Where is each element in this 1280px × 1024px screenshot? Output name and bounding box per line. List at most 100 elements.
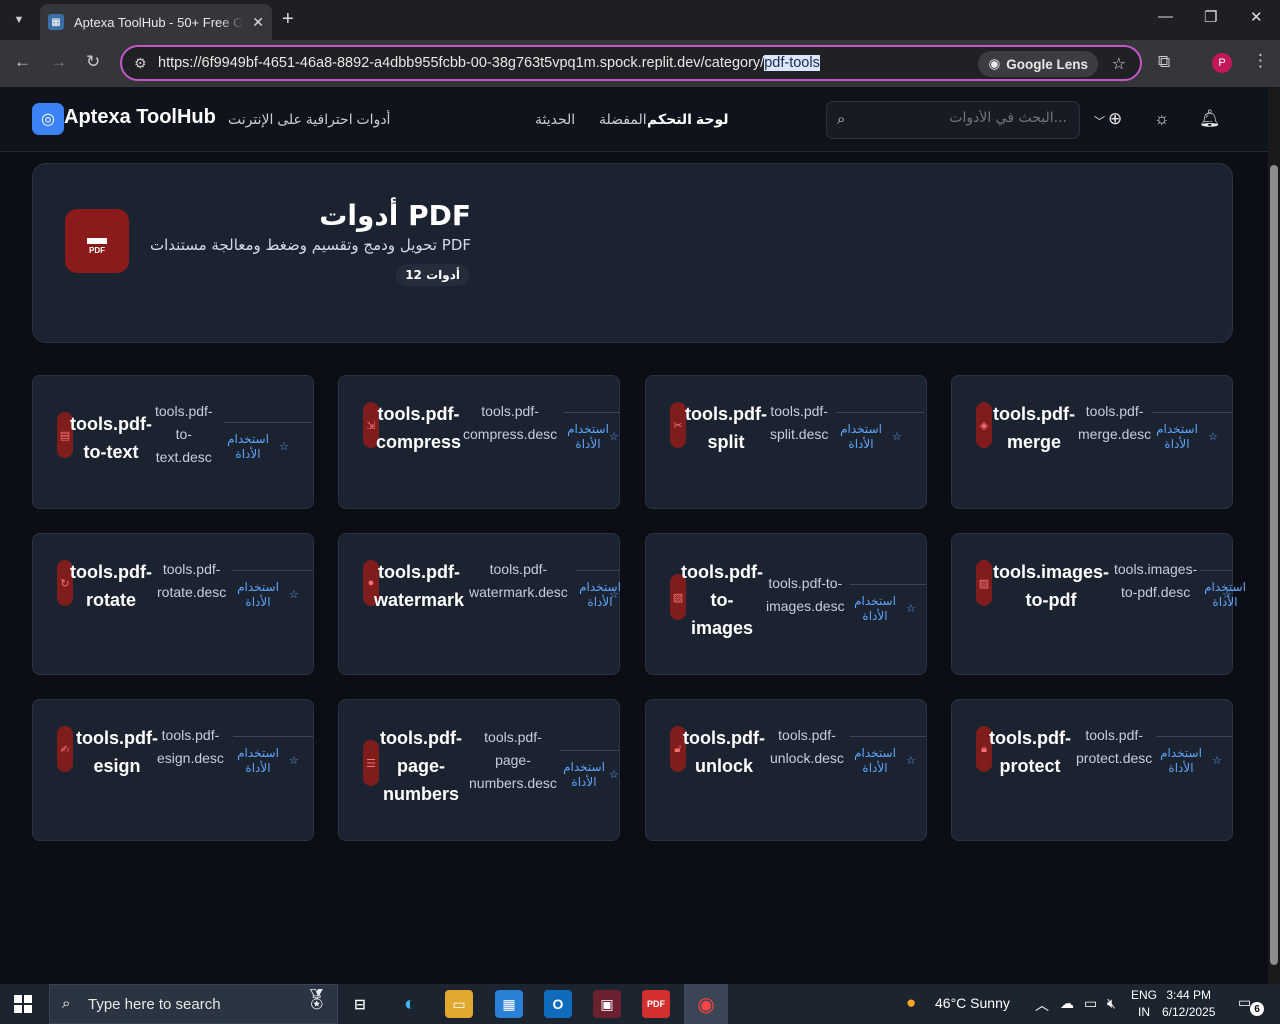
app-logo-icon[interactable]: ◎	[32, 103, 64, 135]
chevron-down-icon[interactable]: ﹀	[1094, 113, 1105, 129]
star-icon[interactable]: ☆	[1208, 430, 1218, 443]
use-tool-link[interactable]: استخدام الأداة	[559, 760, 609, 790]
tool-card[interactable]: ↻ tools.pdf-rotate tools.pdf-rotate.desc اس…	[32, 533, 314, 675]
use-tool-link[interactable]: استخدام الأداة	[836, 422, 886, 452]
use-tool-link[interactable]: استخدام الأداة	[1152, 422, 1202, 452]
input-language[interactable]: ENG IN	[1131, 987, 1157, 1021]
tool-description: tools.pdf-compress.desc	[463, 403, 558, 442]
tool-name[interactable]: tools.pdf-protect	[989, 724, 1071, 780]
tool-name[interactable]: tools.pdf-rotate	[70, 558, 152, 614]
forward-button[interactable]: →	[50, 52, 67, 72]
close-window-button[interactable]: ✕	[1250, 8, 1263, 26]
google-lens-button[interactable]: ◉ Google Lens	[978, 51, 1098, 77]
star-icon[interactable]: ☆	[289, 754, 299, 767]
nav-recent[interactable]: الحديثة	[535, 111, 575, 128]
tool-name[interactable]: tools.pdf-split	[685, 400, 767, 456]
tab-search-dropdown[interactable]: ▼	[6, 8, 32, 32]
use-tool-link[interactable]: استخدام الأداة	[223, 432, 273, 462]
card-divider	[563, 412, 619, 413]
star-icon[interactable]: ☆	[289, 588, 299, 601]
tool-name[interactable]: tools.pdf-compress	[376, 400, 461, 456]
profile-avatar[interactable]: P	[1212, 53, 1232, 73]
use-tool-link[interactable]: استخدام الأداة	[850, 594, 900, 624]
tool-name[interactable]: tools.pdf-page-numbers	[380, 724, 462, 808]
tool-name[interactable]: tools.images-to-pdf	[993, 558, 1109, 614]
nav-dashboard[interactable]: لوحة التحكم	[647, 111, 728, 128]
use-tool-link[interactable]: استخدام الأداة	[233, 746, 283, 776]
scrollbar-thumb[interactable]	[1270, 165, 1278, 965]
tool-card[interactable]: ▤ tools.pdf-to-text tools.pdf-to-text.desc…	[32, 375, 314, 509]
tool-card[interactable]: 🔒︎ tools.pdf-protect tools.pdf-protect.des…	[951, 699, 1233, 841]
tool-card[interactable]: ◈ tools.pdf-merge tools.pdf-merge.desc استخ…	[951, 375, 1233, 509]
nav-favorites[interactable]: المفضلة	[599, 111, 647, 128]
taskbar-search[interactable]: ⌕ Type here to search 🏅︎	[49, 984, 338, 1024]
browser-tab[interactable]: ▦ Aptexa ToolHub - 50+ Free Onl ✕	[40, 4, 272, 40]
tab-close-icon[interactable]: ✕	[252, 14, 264, 31]
chrome-icon[interactable]: ◉	[692, 990, 720, 1018]
minimize-button[interactable]: —	[1158, 8, 1173, 25]
new-tab-button[interactable]: +	[282, 8, 294, 31]
star-icon[interactable]: ☆	[906, 754, 916, 767]
maximize-button[interactable]: ❐	[1204, 8, 1217, 26]
windows-start-icon[interactable]	[14, 995, 32, 1013]
notification-bell-icon[interactable]: 🔔︎	[1199, 109, 1221, 129]
tool-card[interactable]: ☰ tools.pdf-page-numbers tools.pdf-page-nu…	[338, 699, 620, 841]
tool-card[interactable]: 🔓︎ tools.pdf-unlock tools.pdf-unlock.desc ا…	[645, 699, 927, 841]
tool-card[interactable]: ✂ tools.pdf-split tools.pdf-split.desc استخ…	[645, 375, 927, 509]
extensions-icon[interactable]: ⧉	[1158, 52, 1170, 72]
volume-muted-icon[interactable]: 🔇︎	[1107, 995, 1116, 1012]
app-icon-p[interactable]: ▣	[593, 990, 621, 1018]
star-icon[interactable]: ☆	[609, 430, 619, 443]
tab-title: Aptexa ToolHub - 50+ Free Onl	[74, 14, 244, 30]
task-view-icon[interactable]: ⊟	[346, 990, 374, 1018]
star-icon[interactable]: ☆	[892, 430, 902, 443]
notification-center-icon[interactable]: ▭ 6	[1238, 994, 1264, 1016]
url-text[interactable]: https://6f9949bf-4651-46a8-8892-a4dbb955…	[158, 55, 820, 71]
bookmark-star-icon[interactable]: ☆	[1112, 54, 1126, 74]
language-globe-icon[interactable]: ⊕	[1108, 109, 1122, 129]
use-tool-link[interactable]: استخدام الأداة	[1156, 746, 1206, 776]
tool-card[interactable]: ✍ tools.pdf-esign tools.pdf-esign.desc استخ…	[32, 699, 314, 841]
tool-card[interactable]: ▨ tools.images-to-pdf tools.images-to-pdf.…	[951, 533, 1246, 675]
site-info-icon[interactable]: ⚙	[134, 55, 147, 72]
tool-card[interactable]: ⇲ tools.pdf-compress tools.pdf-compress.de…	[338, 375, 620, 509]
tool-card[interactable]: ▧ tools.pdf-to-images tools.pdf-to-images.…	[645, 533, 927, 675]
browser-toolbar: ← → ↻ ⚙ https://6f9949bf-4651-46a8-8892-…	[0, 40, 1280, 87]
brand-name[interactable]: Aptexa ToolHub	[64, 106, 216, 129]
weather-sun-icon[interactable]: ●	[906, 993, 916, 1013]
tool-card[interactable]: ● tools.pdf-watermark tools.pdf-watermark.…	[338, 533, 621, 675]
network-icon[interactable]: ▭	[1084, 995, 1097, 1012]
tool-name[interactable]: tools.pdf-to-text	[70, 410, 152, 466]
star-icon[interactable]: ☆	[609, 768, 619, 781]
weather-text[interactable]: 46°C Sunny	[935, 995, 1010, 1011]
tray-chevron-icon[interactable]: ︿	[1035, 995, 1049, 1015]
star-icon[interactable]: ☆	[906, 602, 916, 615]
tool-name[interactable]: tools.pdf-unlock	[683, 724, 765, 780]
microsoft-store-icon[interactable]: ▦	[495, 990, 523, 1018]
star-icon[interactable]: ☆	[279, 440, 289, 453]
search-input[interactable]	[867, 110, 1067, 126]
use-tool-link[interactable]: استخدام الأداة	[233, 580, 283, 610]
edge-icon[interactable]: ◐	[396, 990, 424, 1018]
use-tool-link[interactable]: استخدام الأداة	[563, 422, 613, 452]
theme-sun-icon[interactable]: ☼	[1154, 109, 1170, 129]
onedrive-icon[interactable]: ☁	[1060, 995, 1074, 1012]
star-icon[interactable]: ☆	[1222, 588, 1232, 601]
page-scrollbar[interactable]	[1268, 87, 1280, 984]
clock[interactable]: 3:44 PM 6/12/2025	[1162, 987, 1215, 1021]
outlook-icon[interactable]: O	[544, 990, 572, 1018]
pdf-app-icon[interactable]: PDF	[642, 990, 670, 1018]
file-explorer-icon[interactable]: ▭	[445, 990, 473, 1018]
browser-menu-icon[interactable]: ⋮	[1252, 51, 1269, 71]
tool-name[interactable]: tools.pdf-merge	[993, 400, 1075, 456]
address-bar[interactable]: ⚙ https://6f9949bf-4651-46a8-8892-a4dbb9…	[120, 45, 1142, 81]
reload-button[interactable]: ↻	[86, 52, 100, 72]
tool-name[interactable]: tools.pdf-esign	[76, 724, 158, 780]
search-icon: ⌕	[837, 111, 846, 128]
star-icon[interactable]: ☆	[609, 588, 619, 601]
star-icon[interactable]: ☆	[1212, 754, 1222, 767]
back-button[interactable]: ←	[14, 52, 31, 72]
tool-name[interactable]: tools.pdf-watermark	[374, 558, 464, 614]
tool-name[interactable]: tools.pdf-to-images	[681, 558, 763, 642]
use-tool-link[interactable]: استخدام الأداة	[850, 746, 900, 776]
